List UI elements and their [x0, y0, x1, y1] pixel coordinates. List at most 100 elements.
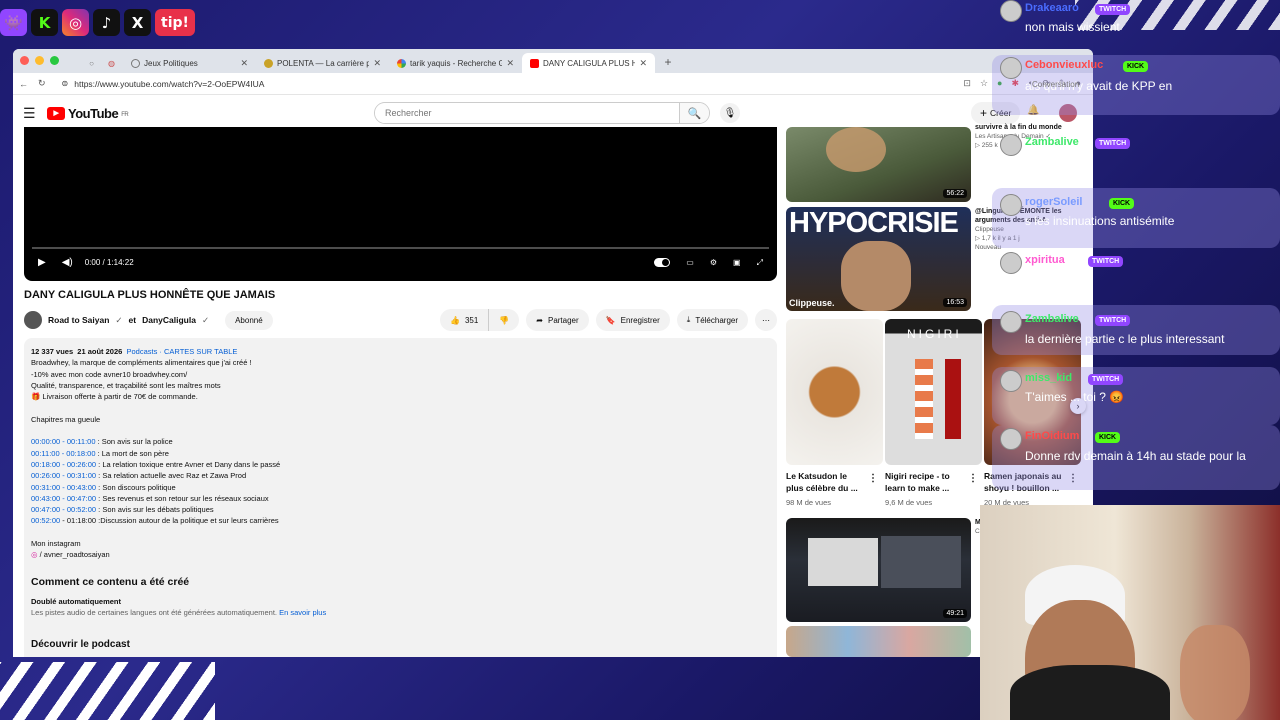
chat-username: Zambalive: [1025, 313, 1079, 325]
volume-icon[interactable]: ◀): [62, 257, 73, 268]
play-icon[interactable]: ▶: [38, 257, 46, 268]
channel-name-2[interactable]: DanyCaligula: [142, 315, 196, 325]
share-button[interactable]: ➦ Partager: [526, 309, 589, 331]
chapters-list: 00:00:00 - 00:11:00 : Son avis sur la po…: [31, 436, 770, 526]
chat-avatar: [1000, 0, 1022, 22]
reload-icon[interactable]: ↻: [38, 78, 46, 89]
subscribed-button[interactable]: Abonné: [225, 310, 273, 330]
chat-text: non mais wissient: [1025, 20, 1120, 34]
sidebar-video-thumbnail[interactable]: HYPOCRISIE Clippeuse. 16:53: [786, 207, 971, 311]
video-actions: 👍 351 👎 ➦ Partager 🔖 Enregistrer ⤓ Téléc…: [439, 309, 777, 331]
learn-more-link[interactable]: En savoir plus: [279, 608, 326, 617]
close-tab-icon[interactable]: ✕: [506, 58, 514, 69]
chat-avatar: [1000, 57, 1022, 79]
save-button[interactable]: 🔖 Enregistrer: [595, 309, 670, 331]
chat-avatar: [1000, 428, 1022, 450]
bookmark-star-icon[interactable]: ☆: [980, 78, 988, 89]
close-tab-icon[interactable]: ✕: [639, 58, 647, 69]
hashtag-link[interactable]: Podcasts · CARTES SUR TABLE: [127, 347, 238, 356]
install-icon[interactable]: ⊡: [963, 78, 971, 89]
instagram-link[interactable]: / avner_roadtosaiyan: [40, 550, 110, 559]
close-tab-icon[interactable]: ✕: [373, 58, 381, 69]
chat-username: miss_kid: [1025, 372, 1073, 384]
social-icons-bar: 👾 K ◎ ♪ X tip!: [0, 9, 195, 36]
chat-username: FinOidium: [1025, 430, 1080, 442]
progress-bar[interactable]: [32, 247, 769, 249]
like-button[interactable]: 👍 351: [439, 309, 489, 331]
player-controls: ▶ ◀) 0:00 / 1:14:22 ▭ ⚙ ▣ ⤢: [38, 257, 763, 268]
youtube-logo[interactable]: ▶ YouTube FR: [47, 106, 129, 121]
mic-icon[interactable]: 🎙: [720, 103, 740, 123]
video-player[interactable]: ▶ ◀) 0:00 / 1:14:22 ▭ ⚙ ▣ ⤢: [24, 127, 777, 281]
close-tab-icon[interactable]: ✕: [240, 58, 248, 69]
youtube-header: ☰ ▶ YouTube FR 🔍 🎙 + Créer 🔔: [13, 95, 1093, 131]
short-thumbnail[interactable]: NIGIRI: [885, 319, 982, 465]
section-title: Comment ce contenu a été créé: [31, 575, 190, 588]
miniplayer-icon[interactable]: ▣: [733, 258, 741, 267]
twitch-badge: TWITCH: [1095, 4, 1131, 15]
tab-google-search[interactable]: tarik yaquis - Recherche Google✕: [389, 53, 522, 73]
fullscreen-icon[interactable]: ⤢: [757, 258, 763, 268]
short-title[interactable]: Nigiri recipe - to learn to make ...: [885, 470, 965, 494]
short-title[interactable]: Le Katsudon le plus célèbre du ...: [786, 470, 866, 494]
back-icon[interactable]: ←: [19, 79, 28, 89]
chapter-timestamp-link[interactable]: 00:00:00 - 00:11:00: [31, 437, 96, 446]
youtube-icon: [530, 58, 539, 68]
menu-icon[interactable]: ☰: [23, 105, 47, 122]
conversation-label: Conversation: [1032, 80, 1080, 89]
chapter-timestamp-link[interactable]: 00:31:00 - 00:43:00: [31, 483, 96, 492]
bookmark-icon: 🔖: [605, 315, 616, 325]
search-input[interactable]: [375, 103, 679, 123]
channel-avatar[interactable]: [24, 311, 42, 329]
chapter-timestamp-link[interactable]: 00:11:00 - 00:18:00: [31, 449, 96, 458]
stream-chat: Drakeaaro TWITCH non mais wissient Cebonvie…: [992, 0, 1280, 500]
tab-polenta[interactable]: POLENTA — La carrière politique✕: [256, 53, 389, 73]
chapter-timestamp-link[interactable]: 00:26:00 - 00:31:00: [31, 471, 96, 480]
sidebar-video-thumbnail[interactable]: 56:22: [786, 127, 971, 202]
chapter-timestamp-link[interactable]: 00:18:00 - 00:26:00: [31, 460, 96, 469]
verified-icon: ✓: [115, 314, 123, 325]
youtube-play-icon: ▶: [47, 106, 65, 120]
search-box: 🔍: [374, 102, 710, 124]
sidebar-video-thumbnail[interactable]: [786, 626, 971, 657]
thumbs-up-icon: 👍: [449, 315, 460, 325]
more-options-icon[interactable]: ⋮: [968, 473, 978, 484]
chat-avatar: [1000, 134, 1022, 156]
tab-youtube-video[interactable]: DANY CALIGULA PLUS HONNÊ✕: [522, 53, 655, 73]
download-button[interactable]: ⤓ Télécharger: [676, 309, 748, 331]
site-info-icon[interactable]: ⊜: [62, 79, 69, 88]
instagram-icon: ◎: [31, 550, 38, 560]
tab-jeux-politiques[interactable]: Jeux Politiques ✕: [123, 53, 256, 73]
search-icon[interactable]: 🔍: [679, 103, 709, 123]
sidebar-video-thumbnail[interactable]: 49:21: [786, 518, 971, 622]
chapter-timestamp-link[interactable]: 00:47:00 - 00:52:00: [31, 505, 96, 514]
channel-name-1[interactable]: Road to Saiyan: [48, 315, 109, 325]
tip-button: tip!: [155, 9, 195, 36]
more-actions-button[interactable]: ⋯: [755, 309, 777, 331]
twitch-badge: TWITCH: [1088, 256, 1124, 267]
maximize-window-button[interactable]: [50, 56, 59, 65]
minimize-window-button[interactable]: [35, 56, 44, 65]
kick-badge: KICK: [1123, 61, 1149, 72]
twitch-badge: TWITCH: [1088, 374, 1124, 385]
chapter-timestamp-link[interactable]: 00:52:00: [31, 516, 60, 525]
chat-avatar: [1000, 311, 1022, 333]
subtitles-icon[interactable]: ▭: [686, 258, 694, 267]
chapter-item: 00:26:00 - 00:31:00 : Sa relation actuel…: [31, 471, 247, 481]
url-field[interactable]: ⊜ https://www.youtube.com/watch?v=2-OoEP…: [56, 76, 954, 92]
chapter-item: 00:18:00 - 00:26:00 : La relation toxiqu…: [31, 459, 281, 469]
chapter-timestamp-link[interactable]: 00:43:00 - 00:47:00: [31, 494, 96, 503]
pinned-tab-icon[interactable]: ◍: [108, 59, 115, 68]
pinned-tab-icon[interactable]: ○: [89, 59, 94, 68]
chapter-item: 00:31:00 - 00:43:00 : Son discours polit…: [31, 482, 176, 492]
short-thumbnail[interactable]: [786, 319, 883, 465]
chapter-item: 00:43:00 - 00:47:00 : Ses revenus et son…: [31, 493, 269, 503]
close-window-button[interactable]: [20, 56, 29, 65]
dislike-button[interactable]: 👎: [488, 309, 520, 331]
new-tab-button[interactable]: +: [659, 53, 677, 71]
description-box[interactable]: 12 337 vues 21 août 2026 Podcasts · CART…: [24, 338, 777, 657]
autoplay-toggle[interactable]: [654, 258, 671, 267]
instagram-icon: ◎: [62, 9, 89, 36]
settings-gear-icon[interactable]: ⚙: [710, 258, 717, 267]
more-options-icon[interactable]: ⋮: [868, 473, 878, 484]
